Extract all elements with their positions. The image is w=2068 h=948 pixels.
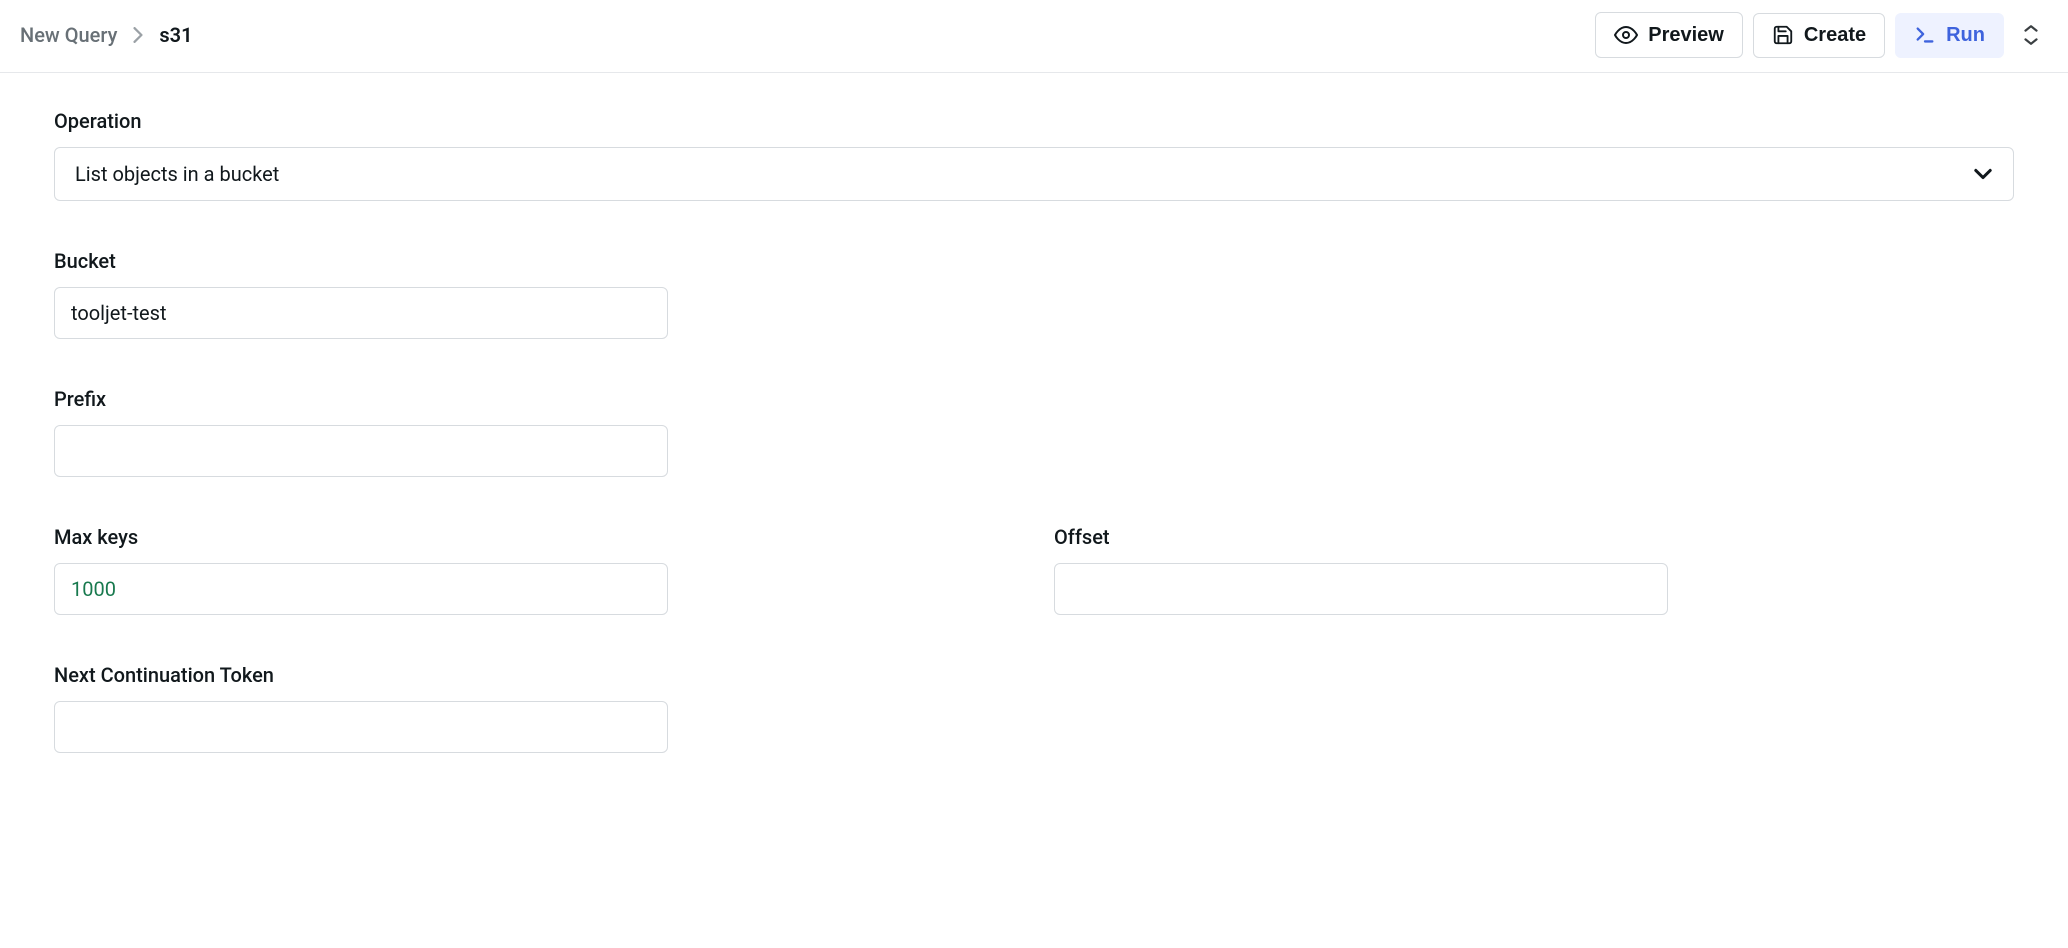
maxkeys-label: Max keys [54,525,1014,549]
breadcrumb-root[interactable]: New Query [20,23,117,47]
nct-field-group: Next Continuation Token [54,663,2014,753]
create-button[interactable]: Create [1753,13,1885,58]
chevron-down-icon [1973,168,1993,180]
maxkeys-field-group: Max keys [54,525,1014,615]
query-form: Operation List objects in a bucket Bucke… [0,73,2068,837]
preview-button[interactable]: Preview [1595,12,1743,58]
page-header: New Query s31 Preview Create Run [0,0,2068,73]
chevron-up-down-icon [2022,24,2040,46]
nct-input[interactable] [54,701,668,753]
preview-label: Preview [1648,24,1724,47]
prefix-input[interactable] [54,425,668,477]
bucket-input[interactable] [54,287,668,339]
chevron-right-icon [133,27,143,43]
maxkeys-offset-row: Max keys Offset [54,525,2014,615]
offset-input[interactable] [1054,563,1668,615]
offset-field-group: Offset [1054,525,2014,615]
operation-value: List objects in a bucket [75,162,279,186]
collapse-toggle[interactable] [2014,18,2048,52]
prefix-field-group: Prefix [54,387,2014,477]
offset-label: Offset [1054,525,2014,549]
breadcrumb-current[interactable]: s31 [159,23,192,47]
maxkeys-input[interactable] [54,563,668,615]
save-icon [1772,24,1794,46]
run-button[interactable]: Run [1895,13,2004,58]
nct-label: Next Continuation Token [54,663,2014,687]
terminal-icon [1914,24,1936,46]
operation-field-group: Operation List objects in a bucket [54,109,2014,201]
breadcrumb: New Query s31 [20,23,193,47]
create-label: Create [1804,24,1866,47]
operation-label: Operation [54,109,2014,133]
eye-icon [1614,23,1638,47]
bucket-label: Bucket [54,249,2014,273]
operation-select[interactable]: List objects in a bucket [54,147,2014,201]
header-actions: Preview Create Run [1595,12,2048,58]
prefix-label: Prefix [54,387,2014,411]
run-label: Run [1946,24,1985,47]
bucket-field-group: Bucket [54,249,2014,339]
